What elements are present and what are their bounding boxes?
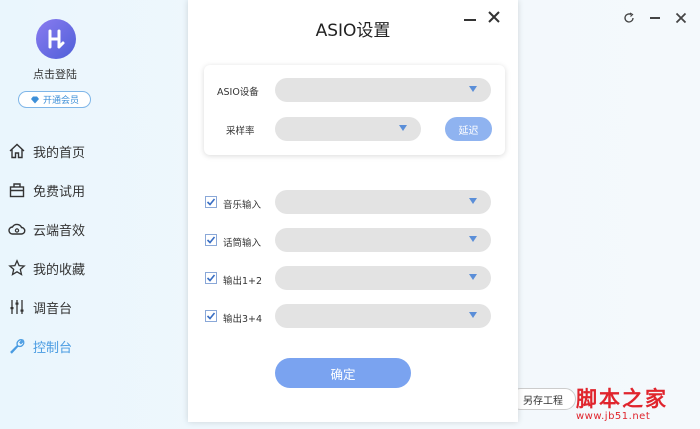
chevron-down-icon xyxy=(469,312,477,318)
output-3-4-select[interactable] xyxy=(275,304,491,328)
vip-button[interactable]: 开通会员 xyxy=(18,91,91,108)
gift-icon xyxy=(8,181,26,199)
nav-item-mixer[interactable]: 调音台 xyxy=(8,296,72,318)
sample-rate-label: 采样率 xyxy=(226,126,255,137)
nav-item-free-trial[interactable]: 免费试用 xyxy=(8,179,85,201)
channel-label: 话筒输入 xyxy=(223,238,262,249)
nav-label: 我的收藏 xyxy=(33,262,86,278)
app-logo[interactable] xyxy=(36,19,76,59)
check-icon xyxy=(206,198,216,206)
chevron-down-icon xyxy=(469,236,477,242)
window-controls xyxy=(622,11,688,25)
check-icon xyxy=(206,236,216,244)
save-project-button[interactable]: 另存工程 xyxy=(510,388,576,410)
nav-label: 我的首页 xyxy=(33,145,86,161)
diamond-icon xyxy=(30,96,39,103)
nav-label: 云端音效 xyxy=(33,223,86,239)
close-icon[interactable] xyxy=(674,11,688,25)
sidebar: 点击登陆 开通会员 我的首页 免费试用 云端音效 我的收藏 调音台 控制台 xyxy=(0,0,188,429)
chevron-down-icon xyxy=(399,125,407,131)
nav-item-home[interactable]: 我的首页 xyxy=(8,140,85,162)
asio-device-select[interactable] xyxy=(275,78,491,102)
nav-label: 调音台 xyxy=(33,301,73,317)
output-1-2-select[interactable] xyxy=(275,266,491,290)
music-input-select[interactable] xyxy=(275,190,491,214)
delay-button[interactable]: 延迟 xyxy=(445,117,492,141)
home-icon xyxy=(8,142,26,160)
vip-label: 开通会员 xyxy=(42,96,79,106)
output-1-2-checkbox[interactable] xyxy=(205,272,217,284)
check-icon xyxy=(206,312,216,320)
chevron-down-icon xyxy=(469,86,477,92)
asio-device-label: ASIO设备 xyxy=(217,87,259,98)
nav-item-console[interactable]: 控制台 xyxy=(8,335,72,357)
confirm-button[interactable]: 确定 xyxy=(275,358,411,388)
dialog-minimize-icon[interactable] xyxy=(463,12,477,26)
sample-rate-select[interactable] xyxy=(275,117,421,141)
asio-settings-dialog: ASIO设置 ASIO设备 采样率 延迟 音乐输入 话筒输入 输出1+2 输出3… xyxy=(188,0,518,422)
logo-icon xyxy=(48,29,65,49)
refresh-icon[interactable] xyxy=(622,11,636,25)
chevron-down-icon xyxy=(469,198,477,204)
watermark-text: 脚本之家 xyxy=(576,386,668,411)
nav-label: 免费试用 xyxy=(33,184,86,200)
watermark: 脚本之家 www.jb51.net xyxy=(576,383,668,422)
channel-label: 输出1+2 xyxy=(223,276,263,287)
channel-label: 音乐输入 xyxy=(223,200,262,211)
nav-item-cloud-sfx[interactable]: 云端音效 xyxy=(8,218,85,240)
mic-input-select[interactable] xyxy=(275,228,491,252)
check-icon xyxy=(206,274,216,282)
chevron-down-icon xyxy=(469,274,477,280)
star-icon xyxy=(8,259,26,277)
cloud-icon xyxy=(8,220,26,238)
dialog-close-icon[interactable] xyxy=(486,10,502,26)
login-link[interactable]: 点击登陆 xyxy=(0,66,110,82)
minimize-icon[interactable] xyxy=(648,11,662,25)
music-input-checkbox[interactable] xyxy=(205,196,217,208)
mixer-icon xyxy=(8,298,26,316)
mic-input-checkbox[interactable] xyxy=(205,234,217,246)
output-3-4-checkbox[interactable] xyxy=(205,310,217,322)
nav-item-favorites[interactable]: 我的收藏 xyxy=(8,257,85,279)
device-settings-card: ASIO设备 采样率 延迟 xyxy=(204,65,505,155)
channel-label: 输出3+4 xyxy=(223,314,263,325)
nav-label: 控制台 xyxy=(33,340,73,356)
wrench-icon xyxy=(8,337,26,355)
